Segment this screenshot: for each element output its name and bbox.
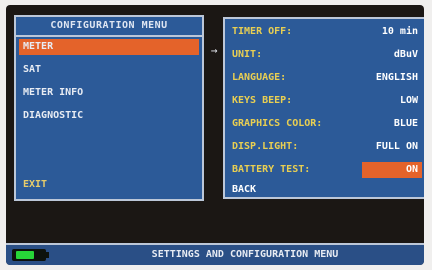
- battery-icon: [12, 249, 46, 261]
- setting-value: dBuV: [393, 49, 418, 60]
- battery-tip: [46, 252, 49, 258]
- setting-row-keys-beep[interactable]: KEYS BEEP: LOW: [228, 93, 424, 109]
- setting-label: TIMER OFF:: [232, 26, 293, 37]
- back-label: BACK: [232, 184, 257, 195]
- setting-value: BLUE: [393, 118, 418, 129]
- configuration-menu-panel: CONFIGURATION MENU METER SAT METER INFO …: [14, 15, 204, 201]
- setting-value-selected: ON: [362, 162, 422, 178]
- submenu-arrow-icon: →: [210, 44, 218, 57]
- setting-row-graphics-color[interactable]: GRAPHICS COLOR: BLUE: [228, 116, 424, 132]
- status-text: SETTINGS AND CONFIGURATION MENU: [151, 249, 339, 260]
- setting-label: KEYS BEEP:: [232, 95, 293, 106]
- back-button[interactable]: BACK: [228, 182, 424, 198]
- setting-label: UNIT:: [232, 49, 263, 60]
- setting-row-timer-off[interactable]: TIMER OFF: 10 min: [228, 24, 424, 40]
- setting-row-battery-test[interactable]: BATTERY TEST: ON: [228, 162, 424, 178]
- setting-label: DISP.LIGHT:: [232, 141, 299, 152]
- menu-item-diagnostic[interactable]: DIAGNOSTIC: [19, 108, 199, 124]
- setting-value: LOW: [399, 95, 418, 106]
- status-bar: SETTINGS AND CONFIGURATION MENU: [6, 243, 424, 265]
- setting-value: 10 min: [381, 26, 418, 37]
- setting-row-language[interactable]: LANGUAGE: ENGLISH: [228, 70, 424, 86]
- setting-value: FULL ON: [375, 141, 418, 152]
- battery-level-fill: [16, 251, 34, 259]
- setting-row-unit[interactable]: UNIT: dBuV: [228, 47, 424, 63]
- setting-label: GRAPHICS COLOR:: [232, 118, 323, 129]
- device-screen: CONFIGURATION MENU METER SAT METER INFO …: [6, 5, 424, 265]
- menu-item-meter-info[interactable]: METER INFO: [19, 85, 199, 101]
- configuration-menu-title: CONFIGURATION MENU: [16, 17, 202, 37]
- meter-settings-panel: TIMER OFF: 10 min UNIT: dBuV LANGUAGE: E…: [223, 17, 424, 199]
- menu-item-meter[interactable]: METER: [19, 39, 199, 55]
- setting-value: ENGLISH: [375, 72, 418, 83]
- menu-item-exit[interactable]: EXIT: [19, 177, 199, 193]
- setting-label: LANGUAGE:: [232, 72, 287, 83]
- menu-item-sat[interactable]: SAT: [19, 62, 199, 78]
- setting-row-disp-light[interactable]: DISP.LIGHT: FULL ON: [228, 139, 424, 155]
- setting-label: BATTERY TEST:: [232, 164, 311, 175]
